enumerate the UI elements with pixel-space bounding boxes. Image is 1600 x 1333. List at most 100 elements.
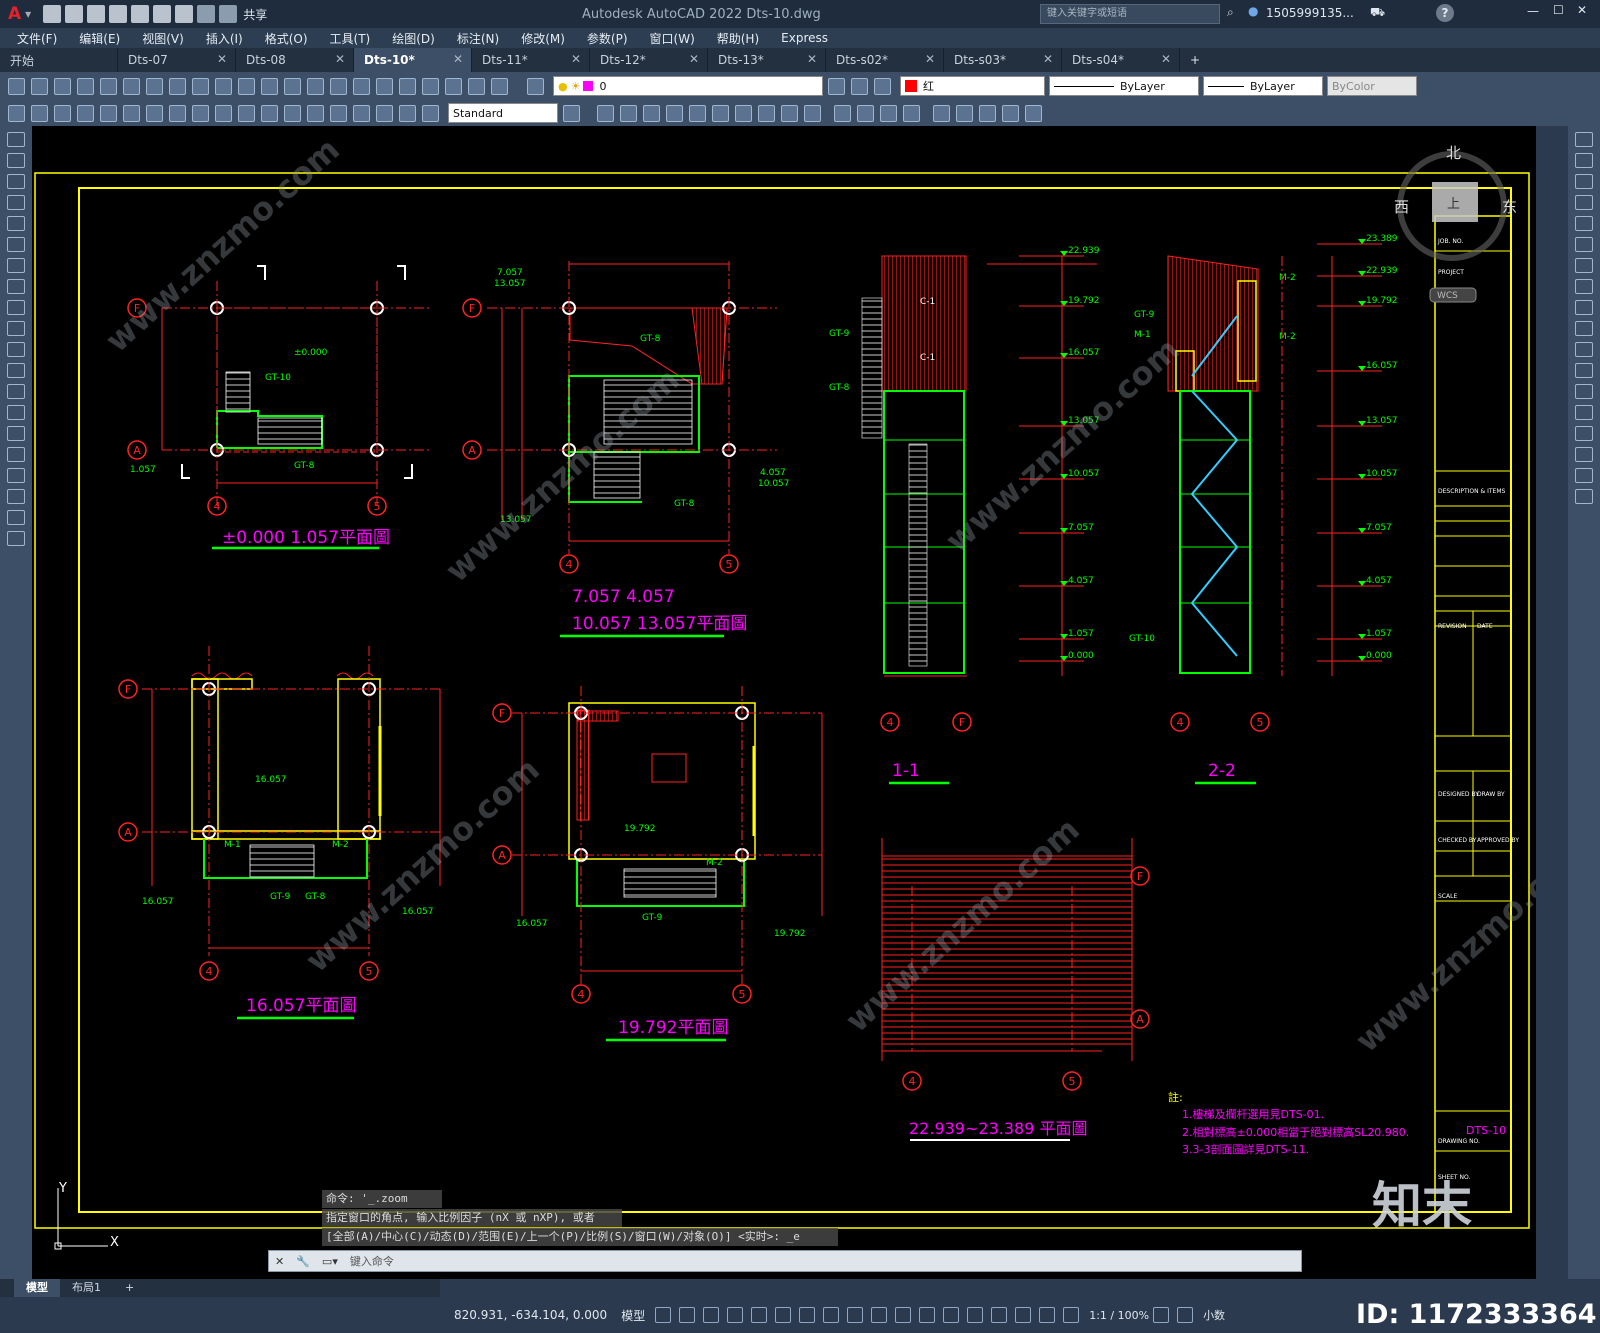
layer-properties-icon[interactable] [527, 77, 544, 95]
viewcube-west[interactable]: 西 [1394, 198, 1409, 216]
maximize-icon[interactable]: ☐ [1553, 3, 1564, 17]
visual-style-hidden-icon[interactable] [857, 104, 874, 122]
3d-osnap-icon[interactable] [943, 1307, 960, 1323]
file-tab[interactable]: Dts-12* ✕ [590, 48, 708, 72]
ortho-icon[interactable] [751, 1307, 768, 1323]
scale-icon[interactable] [1575, 279, 1593, 294]
zoom-previous-icon[interactable] [330, 77, 347, 95]
zoom-realtime-icon[interactable] [284, 77, 301, 95]
auto-scale-icon[interactable] [1063, 1307, 1080, 1323]
undo-icon[interactable] [197, 5, 216, 23]
view-right-icon[interactable] [666, 104, 683, 122]
mirror-icon[interactable] [1575, 174, 1593, 189]
color-dropdown[interactable]: 红 [900, 76, 1045, 96]
redo-icon[interactable] [219, 5, 238, 23]
break-at-point-icon[interactable] [1575, 363, 1593, 378]
iso-se-icon[interactable] [758, 104, 775, 122]
save-icon[interactable] [54, 77, 71, 95]
command-input[interactable]: 键入命令 [350, 1253, 394, 1269]
selection-cycling-icon[interactable] [919, 1307, 936, 1323]
help-icon[interactable]: ? [1436, 4, 1454, 22]
dynamic-input-icon[interactable] [727, 1307, 744, 1323]
plus-icon[interactable] [1177, 1307, 1194, 1323]
menu-item[interactable]: 绘图(D) [381, 30, 446, 47]
print-icon[interactable] [77, 77, 94, 95]
ellipse-icon[interactable] [7, 321, 25, 336]
join-icon[interactable] [1575, 405, 1593, 420]
gizmo-icon[interactable] [1015, 1307, 1032, 1323]
paste-icon[interactable] [192, 77, 209, 95]
dim-radius-icon[interactable] [100, 104, 117, 122]
dim-arc-icon[interactable] [54, 104, 71, 122]
line-icon[interactable] [7, 132, 25, 147]
construction-line-icon[interactable] [7, 153, 25, 168]
region-icon[interactable] [7, 468, 25, 483]
open-icon[interactable] [31, 77, 48, 95]
dim-style-icon[interactable] [563, 104, 580, 122]
menu-item[interactable]: 标注(N) [446, 30, 510, 47]
visual-style-wire-icon[interactable] [834, 104, 851, 122]
menu-item[interactable]: 参数(P) [576, 30, 639, 47]
dim-edit-icon[interactable] [399, 104, 416, 122]
copy-object-icon[interactable] [1575, 153, 1593, 168]
view-back-icon[interactable] [620, 104, 637, 122]
isodraft-icon[interactable] [799, 1307, 816, 1323]
viewcube[interactable]: 北 西 东 上 WCS [1394, 144, 1517, 303]
layer-state-icon[interactable] [874, 77, 891, 95]
new-file-icon[interactable] [43, 5, 62, 23]
print-icon[interactable] [175, 5, 194, 23]
file-tab[interactable]: Dts-s02* ✕ [826, 48, 944, 72]
circle-icon[interactable] [7, 258, 25, 273]
app-menu-chevron-icon[interactable]: ▾ [25, 7, 31, 21]
quick-dim-icon[interactable] [192, 104, 209, 122]
move-icon[interactable] [1575, 237, 1593, 252]
file-tab[interactable]: 开始 [0, 48, 118, 72]
dynamic-ucs-icon[interactable] [967, 1307, 984, 1323]
lineweight-icon[interactable] [871, 1307, 888, 1323]
file-tab[interactable]: Dts-08 ✕ [236, 48, 354, 72]
ucs-face-icon[interactable] [1002, 104, 1019, 122]
export-icon[interactable] [153, 5, 172, 23]
close-command-icon[interactable]: ✕ [275, 1255, 284, 1268]
jogged-linear-icon[interactable] [376, 104, 393, 122]
transparency-icon[interactable] [895, 1307, 912, 1323]
menu-item[interactable]: 帮助(H) [706, 30, 770, 47]
close-tab-icon[interactable]: ✕ [807, 52, 817, 66]
close-tab-icon[interactable]: ✕ [1043, 52, 1053, 66]
close-icon[interactable]: ✕ [1577, 3, 1587, 17]
open-file-icon[interactable] [65, 5, 84, 23]
file-tab[interactable]: Dts-s03* ✕ [944, 48, 1062, 72]
dim-ordinate-icon[interactable] [77, 104, 94, 122]
dim-continue-icon[interactable] [238, 104, 255, 122]
help-icon[interactable] [491, 77, 508, 95]
viewcube-top-face[interactable]: 上 [1447, 197, 1460, 212]
user-icon[interactable]: ● [1248, 4, 1258, 18]
make-current-icon[interactable] [828, 77, 845, 95]
dim-jogged-icon[interactable] [123, 104, 140, 122]
share-button[interactable]: 共享 [243, 6, 267, 23]
dim-angular-icon[interactable] [169, 104, 186, 122]
iso-nw-icon[interactable] [804, 104, 821, 122]
visual-style-real-icon[interactable] [880, 104, 897, 122]
iso-sw-icon[interactable] [735, 104, 752, 122]
grid-icon[interactable] [655, 1307, 672, 1323]
dim-diameter-icon[interactable] [146, 104, 163, 122]
file-tab[interactable]: Dts-13* ✕ [708, 48, 826, 72]
mtext-icon[interactable] [7, 510, 25, 525]
iso-ne-icon[interactable] [781, 104, 798, 122]
layer-previous-icon[interactable] [851, 77, 868, 95]
zoom-window-icon[interactable] [307, 77, 324, 95]
file-tab[interactable]: Dts-10* ✕ [354, 48, 472, 72]
add-selected-icon[interactable] [7, 531, 25, 546]
viewcube-east[interactable]: 东 [1502, 198, 1517, 216]
infer-constraints-icon[interactable] [703, 1307, 720, 1323]
spline-icon[interactable] [7, 300, 25, 315]
table-icon[interactable] [7, 489, 25, 504]
undo-icon[interactable] [215, 77, 232, 95]
gradient-icon[interactable] [7, 447, 25, 462]
properties-icon[interactable] [353, 77, 370, 95]
menu-item[interactable]: Express [770, 31, 839, 45]
point-icon[interactable] [7, 405, 25, 420]
cut-icon[interactable] [146, 77, 163, 95]
menu-item[interactable]: 插入(I) [195, 30, 254, 47]
